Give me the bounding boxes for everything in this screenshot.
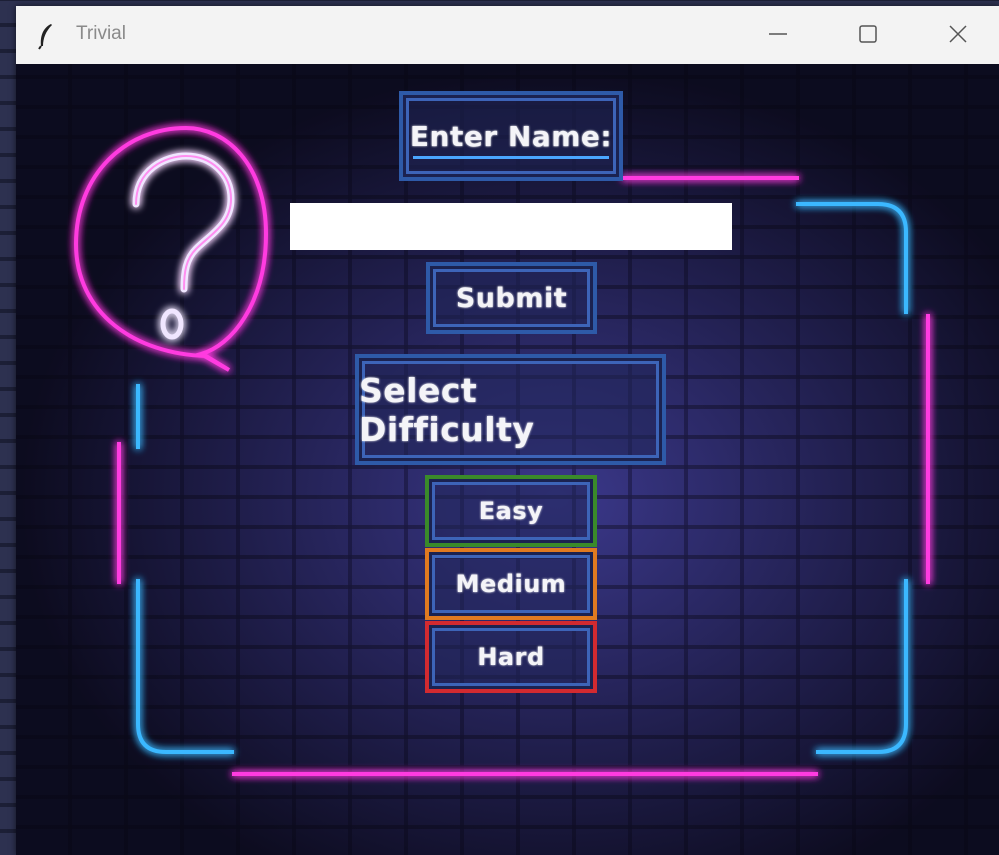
submit-button[interactable]: Submit — [426, 262, 597, 334]
window-title: Trivial — [76, 23, 126, 44]
game-canvas: Enter Name: Submit Select Difficulty Eas… — [16, 64, 999, 855]
app-window: Trivial Enter Name: Submit Select Diffic… — [16, 6, 999, 855]
hard-button[interactable]: Hard — [425, 621, 597, 693]
question-bubble-icon — [73, 125, 269, 372]
medium-label: Medium — [455, 570, 567, 598]
feather-icon — [38, 24, 52, 50]
enter-name-label: Enter Name: — [399, 91, 623, 181]
minimize-icon — [769, 33, 787, 35]
select-difficulty-text: Select Difficulty — [359, 370, 535, 449]
enter-name-text: Enter Name: — [409, 119, 613, 153]
enter-name-underline — [413, 156, 609, 159]
title-bar[interactable]: Trivial — [16, 6, 999, 65]
name-input[interactable] — [290, 203, 732, 250]
close-icon — [949, 25, 967, 43]
hard-label: Hard — [477, 643, 545, 671]
easy-label: Easy — [478, 497, 544, 525]
maximize-button[interactable] — [828, 6, 908, 62]
close-button[interactable] — [918, 6, 998, 62]
select-difficulty-label: Select Difficulty — [355, 354, 666, 465]
maximize-icon — [859, 25, 877, 43]
medium-button[interactable]: Medium — [425, 548, 597, 620]
submit-label: Submit — [455, 282, 568, 314]
minimize-button[interactable] — [738, 6, 818, 62]
easy-button[interactable]: Easy — [425, 475, 597, 547]
